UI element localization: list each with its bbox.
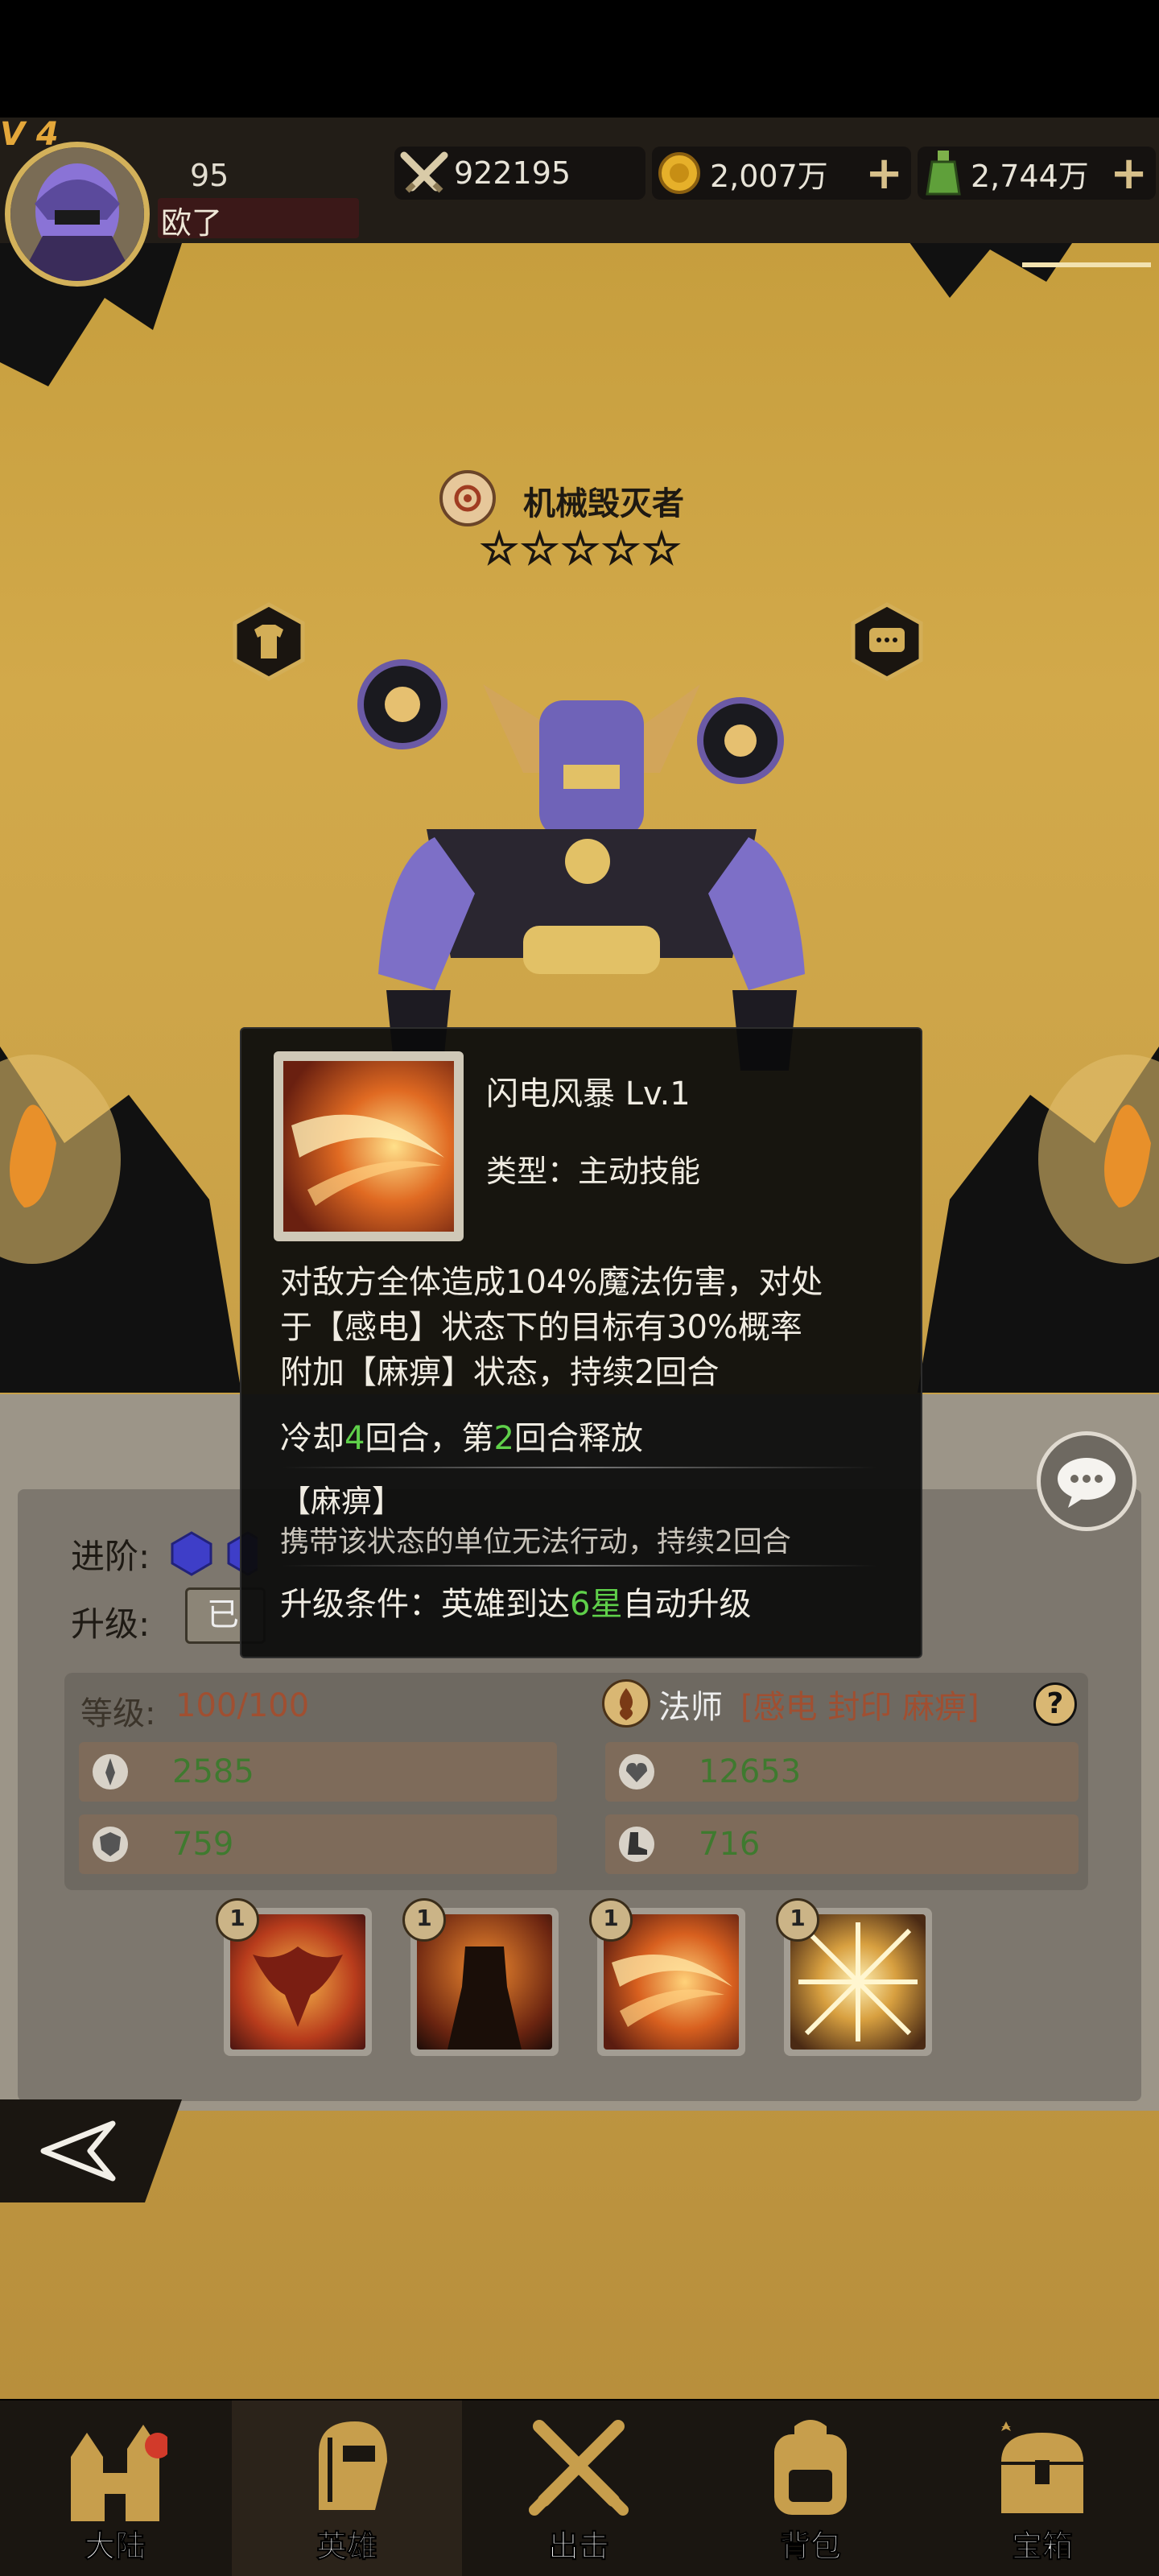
player-level: 95 (190, 158, 229, 193)
class-label: 法师 (658, 1689, 723, 1726)
tooltip-cooldown: 冷却4回合，第2回合释放 (280, 1420, 643, 1457)
tooltip-desc-line: 对敌方全体造成104%魔法伤害，对处 (280, 1264, 823, 1301)
class-tags: [感电 封印 麻痹] (740, 1689, 980, 1726)
speed-value: 716 (699, 1826, 761, 1863)
skill-level-badge: 1 (216, 1898, 259, 1942)
gold-value: 2,007万 (710, 158, 828, 194)
tooltip-desc-line: 于【感电】状态下的目标有30%概率 (280, 1309, 802, 1346)
heart-icon (619, 1754, 654, 1790)
hp-value: 12653 (699, 1753, 802, 1790)
chat-bubble-icon (1058, 1458, 1116, 1508)
crossed-swords-icon (400, 151, 448, 193)
helmet-icon (319, 2421, 387, 2510)
potion-value: 2,744万 (971, 158, 1089, 194)
backpack-icon (774, 2420, 847, 2515)
potion-bottle-icon (926, 151, 961, 196)
defense-value: 759 (172, 1826, 234, 1863)
hero-element-icon (439, 470, 496, 526)
player-name: 欧了 (161, 205, 223, 241)
chat-button[interactable] (1037, 1431, 1136, 1531)
star-icon: ☆ (519, 522, 559, 575)
tooltip-skill-name: 闪电风暴 Lv.1 (486, 1075, 691, 1113)
upgrade-label: 升级: (71, 1604, 151, 1644)
nav-label: 出击 (547, 2529, 609, 2565)
level-value: 100/100 (175, 1687, 310, 1724)
nav-label: 大陆 (84, 2529, 146, 2565)
divider (282, 1467, 877, 1468)
defense-stat: 759 (79, 1814, 557, 1874)
hero-star-rating: ☆ ☆ ☆ ☆ ☆ (479, 522, 682, 575)
add-potion-button[interactable]: + (1110, 147, 1148, 200)
attack-value: 2585 (172, 1753, 254, 1790)
skill-level-badge: 1 (776, 1898, 819, 1942)
lightning-storm-skill-icon (283, 1061, 454, 1232)
skill-level-badge: 1 (402, 1898, 446, 1942)
skill-level-badge: 1 (589, 1898, 633, 1942)
bottom-nav: 大陆 英雄 出击 背包 宝箱 (0, 2401, 1159, 2576)
attack-icon (93, 1754, 128, 1790)
treasure-chest-icon (1001, 2421, 1083, 2513)
hero-name: 机械毁灭者 (523, 485, 684, 522)
tooltip-skill-type: 类型：主动技能 (486, 1154, 701, 1189)
nav-label: 背包 (779, 2529, 841, 2565)
class-icon (602, 1679, 650, 1728)
gold-display: 2,007万 + (652, 147, 911, 200)
nav-label: 宝箱 (1011, 2529, 1073, 2565)
advance-label: 进阶: (71, 1537, 151, 1576)
add-gold-button[interactable]: + (865, 147, 903, 200)
castle-icon (71, 2425, 167, 2521)
potion-display: 2,744万 + (918, 147, 1156, 200)
nav-item-battle[interactable]: 出击 (464, 2401, 694, 2576)
nav-item-heroes[interactable]: 英雄 (232, 2401, 462, 2576)
tooltip-status-desc: 携带该状态的单位无法行动，持续2回合 (280, 1525, 791, 1558)
nav-label: 英雄 (316, 2529, 377, 2565)
star-icon: ☆ (600, 522, 641, 575)
crossed-swords-icon (529, 2420, 629, 2516)
level-label: 等级: (80, 1695, 156, 1732)
skill-slot[interactable]: 1 (216, 1898, 372, 2056)
back-button[interactable] (0, 2099, 184, 2204)
skill-slot[interactable]: 1 (776, 1898, 932, 2056)
gold-coin-icon (658, 152, 700, 194)
speed-stat: 716 (605, 1814, 1079, 1874)
power-display: 922195 (394, 147, 645, 200)
avatar-portrait-icon (10, 147, 144, 281)
star-icon: ☆ (560, 522, 600, 575)
avatar[interactable] (5, 142, 150, 287)
tooltip-skill-frame (274, 1051, 464, 1241)
tooltip-desc-line: 附加【麻痹】状态，持续2回合 (280, 1354, 720, 1391)
mage-flame-icon (619, 1688, 633, 1720)
skill-slot[interactable]: 1 (589, 1898, 745, 2056)
skill-slot[interactable]: 1 (402, 1898, 559, 2056)
skin-button[interactable] (232, 602, 306, 681)
skill-tooltip: 闪电风暴 Lv.1 类型：主动技能 对敌方全体造成104%魔法伤害，对处 于【感… (240, 1027, 922, 1658)
help-icon[interactable]: ? (1033, 1682, 1077, 1726)
chat-hex-button[interactable] (850, 602, 924, 681)
hp-stat: 12653 (605, 1742, 1079, 1802)
star-icon: ☆ (641, 522, 682, 575)
attack-stat: 2585 (79, 1742, 557, 1802)
game-screen: { "hud": { "level_tag": "V 4", "player_l… (0, 0, 1159, 2576)
shield-icon (93, 1827, 128, 1862)
tooltip-upgrade-condition: 升级条件：英雄到达6星自动升级 (280, 1586, 752, 1623)
nav-item-chest[interactable]: 宝箱 (927, 2401, 1157, 2576)
tooltip-status-title: 【麻痹】 (280, 1484, 403, 1519)
star-icon: ☆ (479, 522, 519, 575)
divider (282, 1565, 877, 1567)
power-value: 922195 (454, 155, 571, 191)
nav-item-continent[interactable]: 大陆 (0, 2401, 230, 2576)
boot-icon (619, 1827, 654, 1862)
nav-item-backpack[interactable]: 背包 (695, 2401, 926, 2576)
sun-swirl-icon (454, 485, 481, 512)
advance-gem-icon (169, 1531, 214, 1576)
